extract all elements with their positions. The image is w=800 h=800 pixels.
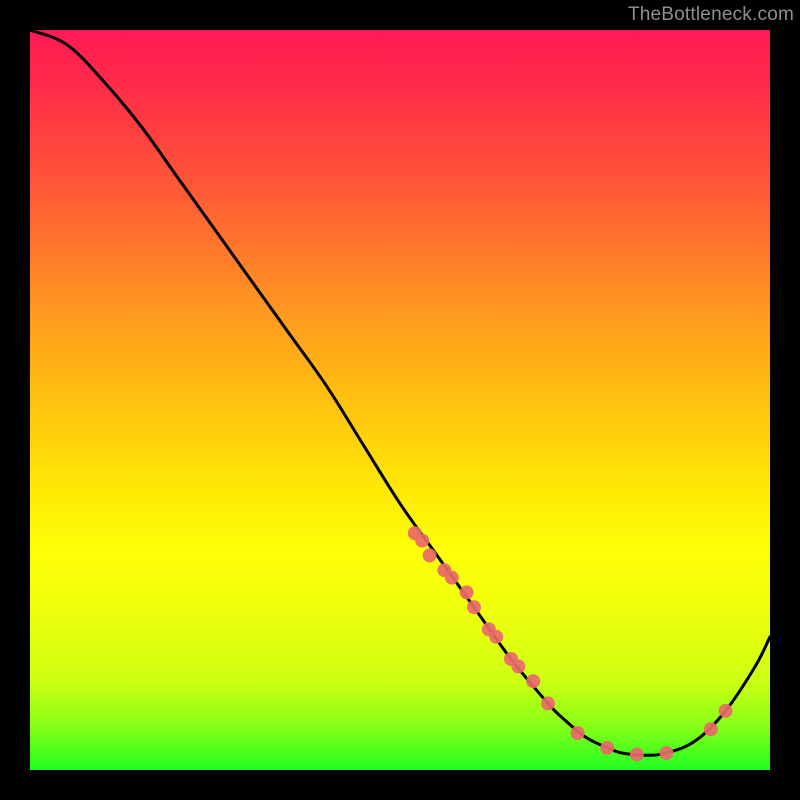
data-point bbox=[511, 659, 525, 673]
data-point bbox=[526, 674, 540, 688]
watermark: TheBottleneck.com bbox=[628, 4, 794, 26]
data-point bbox=[489, 630, 503, 644]
data-point bbox=[630, 747, 644, 761]
data-point bbox=[460, 585, 474, 599]
data-point bbox=[600, 741, 614, 755]
chart-container: TheBottleneck.com bbox=[0, 0, 800, 800]
data-point bbox=[659, 746, 673, 760]
data-point bbox=[415, 534, 429, 548]
data-point bbox=[571, 726, 585, 740]
data-point bbox=[445, 571, 459, 585]
data-point bbox=[467, 600, 481, 614]
data-point bbox=[704, 722, 718, 736]
data-point bbox=[423, 548, 437, 562]
plot-area bbox=[30, 30, 770, 770]
data-point bbox=[541, 696, 555, 710]
curve-line bbox=[30, 30, 770, 755]
chart-svg bbox=[30, 30, 770, 770]
data-point bbox=[719, 704, 733, 718]
